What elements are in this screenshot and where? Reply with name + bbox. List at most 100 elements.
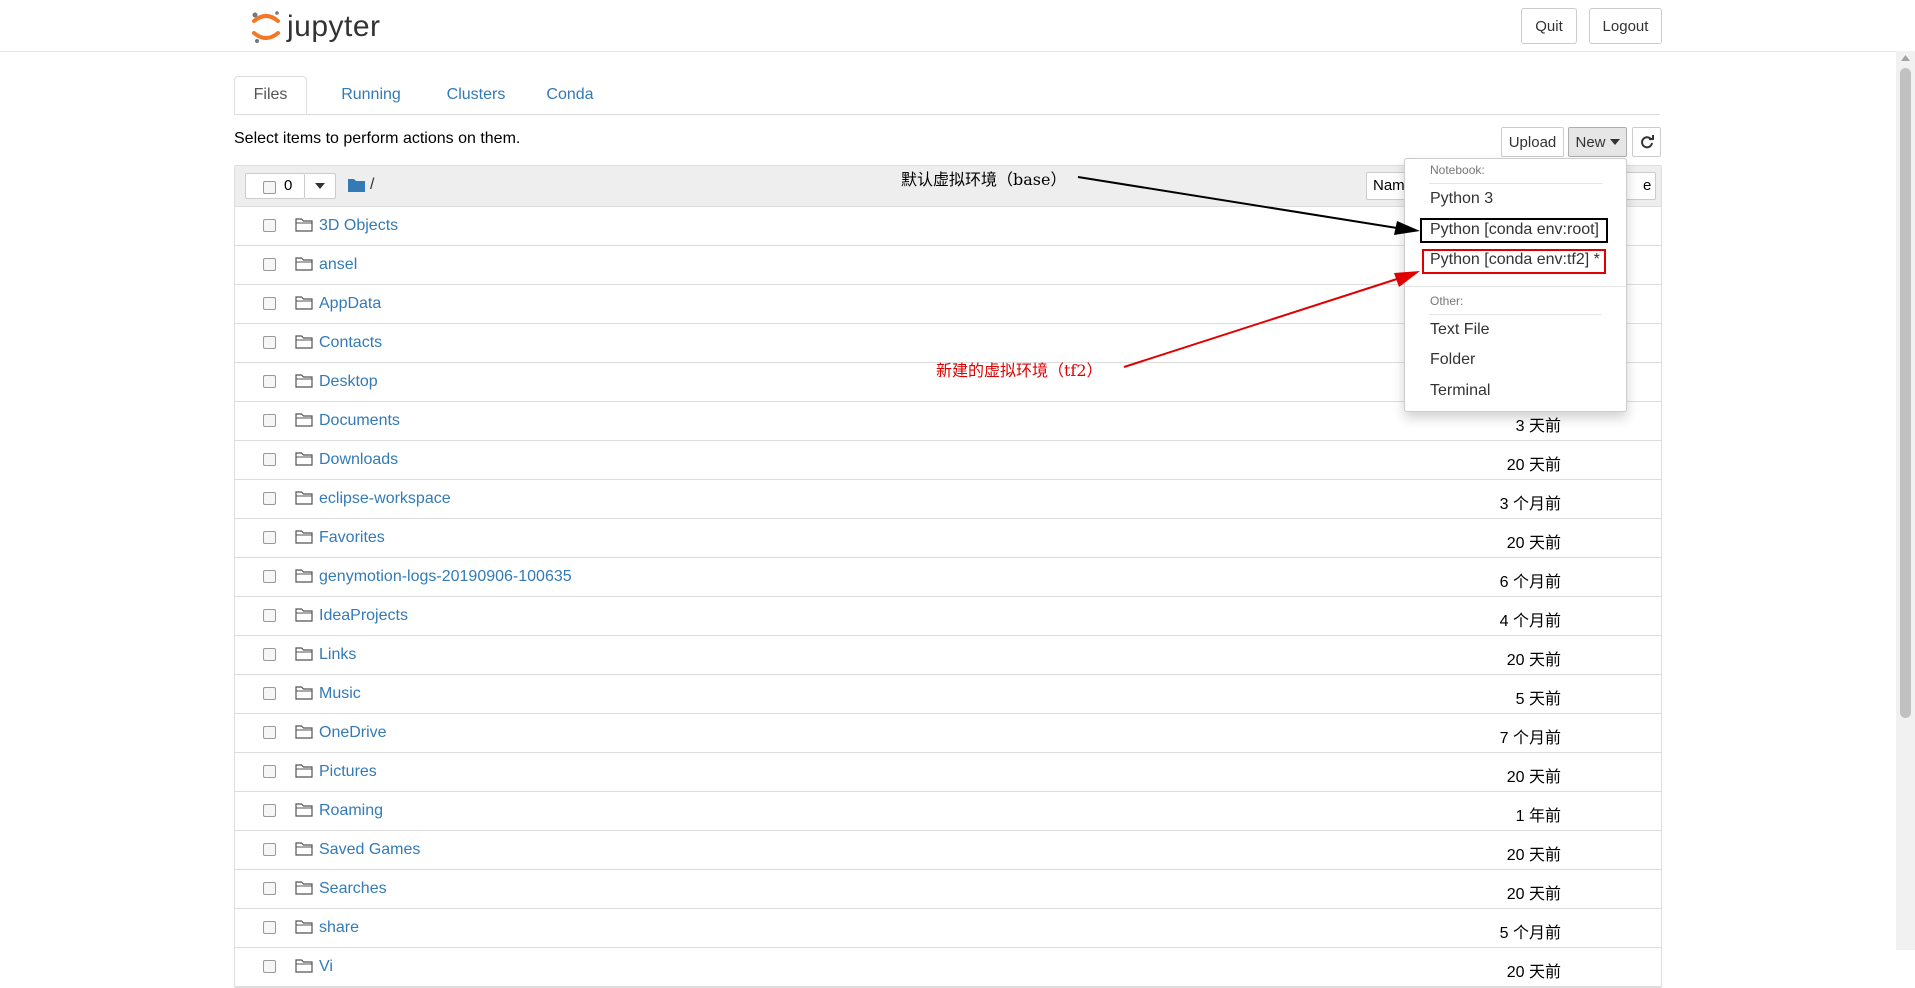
row-checkbox[interactable] bbox=[263, 804, 276, 817]
select-dropdown-button[interactable] bbox=[305, 173, 336, 199]
tab-clusters[interactable]: Clusters bbox=[430, 76, 522, 114]
row-checkbox[interactable] bbox=[263, 414, 276, 427]
file-name[interactable]: OneDrive bbox=[319, 724, 387, 742]
row-checkbox[interactable] bbox=[263, 258, 276, 271]
scroll-up-icon[interactable] bbox=[1896, 51, 1915, 65]
menu-separator bbox=[1429, 183, 1602, 184]
menu-item-terminal[interactable]: Terminal bbox=[1430, 382, 1490, 400]
file-modified: 20 天前 bbox=[1506, 847, 1561, 864]
file-modified: 6 个月前 bbox=[1499, 574, 1561, 591]
file-name[interactable]: AppData bbox=[319, 295, 381, 313]
tab-bar: Files Running Clusters Conda bbox=[234, 76, 1660, 115]
quit-button[interactable]: Quit bbox=[1521, 8, 1577, 44]
file-row[interactable]: share 5 个月前 bbox=[235, 909, 1661, 948]
file-row[interactable]: IdeaProjects 4 个月前 bbox=[235, 597, 1661, 636]
folder-icon bbox=[295, 530, 313, 544]
page-scrollbar[interactable] bbox=[1896, 51, 1915, 950]
file-row[interactable]: OneDrive 7 个月前 bbox=[235, 714, 1661, 753]
row-checkbox[interactable] bbox=[263, 531, 276, 544]
row-checkbox[interactable] bbox=[263, 960, 276, 973]
file-name[interactable]: Favorites bbox=[319, 529, 385, 547]
row-checkbox[interactable] bbox=[263, 609, 276, 622]
row-checkbox[interactable] bbox=[263, 648, 276, 661]
logout-button[interactable]: Logout bbox=[1589, 8, 1662, 44]
row-checkbox[interactable] bbox=[263, 492, 276, 505]
annotation-tf2: 新建的虚拟环境（tf2） bbox=[936, 361, 1103, 380]
row-checkbox[interactable] bbox=[263, 336, 276, 349]
sort-name-button[interactable]: Nam bbox=[1366, 172, 1406, 200]
row-checkbox[interactable] bbox=[263, 297, 276, 310]
jupyter-logo[interactable]: jupyter bbox=[249, 8, 381, 46]
file-row[interactable]: Pictures 20 天前 bbox=[235, 753, 1661, 792]
row-checkbox[interactable] bbox=[263, 375, 276, 388]
breadcrumb[interactable]: / bbox=[370, 176, 374, 194]
tab-files[interactable]: Files bbox=[234, 76, 307, 114]
tab-running[interactable]: Running bbox=[322, 76, 420, 114]
row-checkbox[interactable] bbox=[263, 921, 276, 934]
selected-count: 0 bbox=[284, 177, 293, 194]
notebook-header: Notebook: bbox=[1430, 163, 1485, 177]
annotation-base: 默认虚拟环境（base） bbox=[901, 170, 1067, 189]
file-row[interactable]: eclipse-workspace 3 个月前 bbox=[235, 480, 1661, 519]
file-name[interactable]: Vi bbox=[319, 958, 333, 976]
new-dropdown-button[interactable]: New bbox=[1568, 127, 1627, 157]
file-row[interactable]: Vi 20 天前 bbox=[235, 948, 1661, 987]
select-all-checkbox[interactable] bbox=[263, 181, 276, 194]
file-name[interactable]: Saved Games bbox=[319, 841, 420, 859]
row-checkbox[interactable] bbox=[263, 219, 276, 232]
file-row[interactable]: Music 5 天前 bbox=[235, 675, 1661, 714]
file-row[interactable]: Saved Games 20 天前 bbox=[235, 831, 1661, 870]
file-row[interactable]: Searches 20 天前 bbox=[235, 870, 1661, 909]
row-checkbox[interactable] bbox=[263, 453, 276, 466]
caret-down-icon bbox=[1609, 139, 1620, 145]
file-name[interactable]: Desktop bbox=[319, 373, 378, 391]
folder-icon bbox=[295, 725, 313, 739]
menu-item-folder[interactable]: Folder bbox=[1430, 351, 1475, 369]
file-name[interactable]: Documents bbox=[319, 412, 400, 430]
file-name[interactable]: IdeaProjects bbox=[319, 607, 408, 625]
select-all-control[interactable]: 0 bbox=[245, 173, 305, 199]
row-checkbox[interactable] bbox=[263, 765, 276, 778]
file-row[interactable]: genymotion-logs-20190906-100635 6 个月前 bbox=[235, 558, 1661, 597]
file-row[interactable]: Downloads 20 天前 bbox=[235, 441, 1661, 480]
file-name[interactable]: Links bbox=[319, 646, 356, 664]
file-row[interactable]: Links 20 天前 bbox=[235, 636, 1661, 675]
file-name[interactable]: genymotion-logs-20190906-100635 bbox=[319, 568, 572, 586]
row-checkbox[interactable] bbox=[263, 843, 276, 856]
new-dropdown-menu: Notebook: Python 3 Python [conda env:roo… bbox=[1404, 158, 1627, 412]
file-name[interactable]: 3D Objects bbox=[319, 217, 398, 235]
row-checkbox[interactable] bbox=[263, 570, 276, 583]
menu-item-python3[interactable]: Python 3 bbox=[1430, 190, 1493, 208]
file-row[interactable]: Favorites 20 天前 bbox=[235, 519, 1661, 558]
folder-icon bbox=[295, 296, 313, 310]
file-name[interactable]: Pictures bbox=[319, 763, 377, 781]
folder-icon bbox=[295, 959, 313, 973]
file-row[interactable]: Roaming 1 年前 bbox=[235, 792, 1661, 831]
header-bar: jupyter Quit Logout bbox=[0, 0, 1915, 52]
file-name[interactable]: ansel bbox=[319, 256, 357, 274]
row-checkbox[interactable] bbox=[263, 882, 276, 895]
folder-icon bbox=[295, 374, 313, 388]
menu-item-text-file[interactable]: Text File bbox=[1430, 321, 1490, 339]
refresh-button[interactable] bbox=[1632, 127, 1661, 157]
file-name[interactable]: Downloads bbox=[319, 451, 398, 469]
folder-home-icon[interactable] bbox=[348, 178, 365, 192]
row-checkbox[interactable] bbox=[263, 687, 276, 700]
file-name[interactable]: Roaming bbox=[319, 802, 383, 820]
file-name[interactable]: Contacts bbox=[319, 334, 382, 352]
highlight-box-tf2 bbox=[1422, 249, 1606, 274]
file-name[interactable]: share bbox=[319, 919, 359, 937]
scrollbar-thumb[interactable] bbox=[1900, 68, 1911, 718]
jupyter-logo-icon bbox=[252, 11, 280, 43]
file-name[interactable]: Searches bbox=[319, 880, 387, 898]
upload-button[interactable]: Upload bbox=[1501, 127, 1564, 157]
folder-icon bbox=[295, 218, 313, 232]
row-checkbox[interactable] bbox=[263, 726, 276, 739]
folder-icon bbox=[295, 842, 313, 856]
refresh-icon bbox=[1640, 135, 1654, 149]
tab-conda[interactable]: Conda bbox=[530, 76, 610, 114]
file-name[interactable]: eclipse-workspace bbox=[319, 490, 451, 508]
file-modified: 20 天前 bbox=[1506, 652, 1561, 669]
file-name[interactable]: Music bbox=[319, 685, 361, 703]
file-modified: 5 个月前 bbox=[1499, 925, 1561, 942]
